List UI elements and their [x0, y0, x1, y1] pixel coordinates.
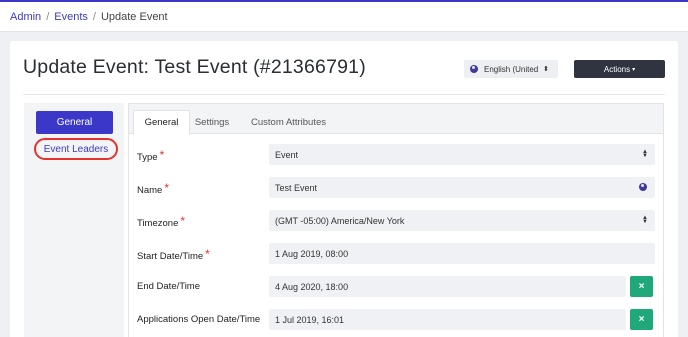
breadcrumb-current: Update Event [100, 10, 168, 23]
timezone-select[interactable]: (GMT -05:00) America/New York ▲ ▼ [269, 210, 655, 231]
breadcrumb: Admin / Events / Update Event [0, 2, 688, 32]
breadcrumb-admin[interactable]: Admin [10, 11, 41, 23]
page-title: Update Event: Test Event (#21366791) [23, 56, 366, 78]
title-divider [23, 94, 665, 95]
clear-applications-open-button[interactable]: × [630, 309, 653, 330]
caret-down-icon: ▾ [632, 66, 636, 73]
select-arrows-icon: ▲ ▼ [642, 215, 648, 225]
timezone-select-value: (GMT -05:00) America/New York [275, 215, 405, 226]
field-label: Start Date/Time * [137, 247, 210, 262]
close-icon: × [638, 281, 645, 292]
select-arrows-icon: ▲ ▼ [642, 149, 648, 159]
field-label: Timezone * [137, 214, 186, 229]
globe-icon[interactable] [639, 183, 647, 191]
actions-button[interactable]: Actions ▾ [574, 60, 665, 78]
language-select-value: English (United [484, 64, 539, 74]
type-select[interactable]: Event ▲ ▼ [269, 144, 655, 165]
field-label: Name * [137, 181, 170, 196]
breadcrumb-separator: / [92, 10, 96, 23]
end-datetime-value: 4 Aug 2020, 18:00 [275, 281, 349, 292]
end-datetime-input[interactable]: 4 Aug 2020, 18:00 [269, 276, 626, 297]
type-select-value: Event [275, 149, 299, 160]
form-row-type: Type * Event ▲ ▼ [129, 144, 663, 168]
field-label: Type * [137, 148, 165, 163]
name-input[interactable]: Test Event [269, 177, 655, 198]
start-datetime-value: 1 Aug 2019, 08:00 [275, 248, 349, 259]
start-datetime-input[interactable]: 1 Aug 2019, 08:00 [269, 243, 655, 264]
tab-bar: General Settings Custom Attributes [129, 104, 663, 135]
field-label: Applications Open Date/Time [137, 314, 261, 325]
form-row-start-datetime: Start Date/Time * 1 Aug 2019, 08:00 [129, 243, 663, 267]
required-marker: * [180, 214, 186, 228]
name-input-value: Test Event [275, 182, 318, 193]
tab-settings[interactable]: Settings [190, 110, 234, 134]
form-row-end-datetime: End Date/Time 4 Aug 2020, 18:00 × [129, 276, 663, 300]
tab-custom-attributes[interactable]: Custom Attributes [241, 110, 336, 134]
sidebar-item-event-leaders[interactable]: Event Leaders [34, 138, 118, 160]
form-row-timezone: Timezone * (GMT -05:00) America/New York … [129, 210, 663, 234]
field-label: End Date/Time [137, 281, 201, 292]
required-marker: * [159, 148, 165, 162]
breadcrumb-events[interactable]: Events [54, 11, 88, 23]
main-card: Update Event: Test Event (#21366791) Eng… [10, 41, 678, 337]
form-panel: General Settings Custom Attributes Type *… [128, 103, 664, 337]
clear-end-datetime-button[interactable]: × [630, 276, 653, 297]
required-marker: * [205, 247, 210, 261]
globe-icon [470, 65, 478, 73]
sidebar-item-general[interactable]: General [36, 111, 113, 134]
applications-open-input[interactable]: 1 Jul 2019, 16:01 [269, 309, 626, 330]
sidebar: General Event Leaders [24, 103, 124, 337]
form-row-applications-open: Applications Open Date/Time 1 Jul 2019, … [129, 309, 663, 333]
select-arrows-icon: ⬍ [543, 65, 549, 73]
close-icon: × [638, 314, 645, 325]
applications-open-value: 1 Jul 2019, 16:01 [275, 314, 345, 325]
actions-button-label: Actions [603, 64, 631, 74]
form-row-name: Name * Test Event [129, 177, 663, 201]
tab-general[interactable]: General [133, 110, 190, 135]
language-select[interactable]: English (United ⬍ [464, 60, 558, 78]
required-marker: * [164, 181, 170, 195]
breadcrumb-separator: / [46, 10, 50, 23]
